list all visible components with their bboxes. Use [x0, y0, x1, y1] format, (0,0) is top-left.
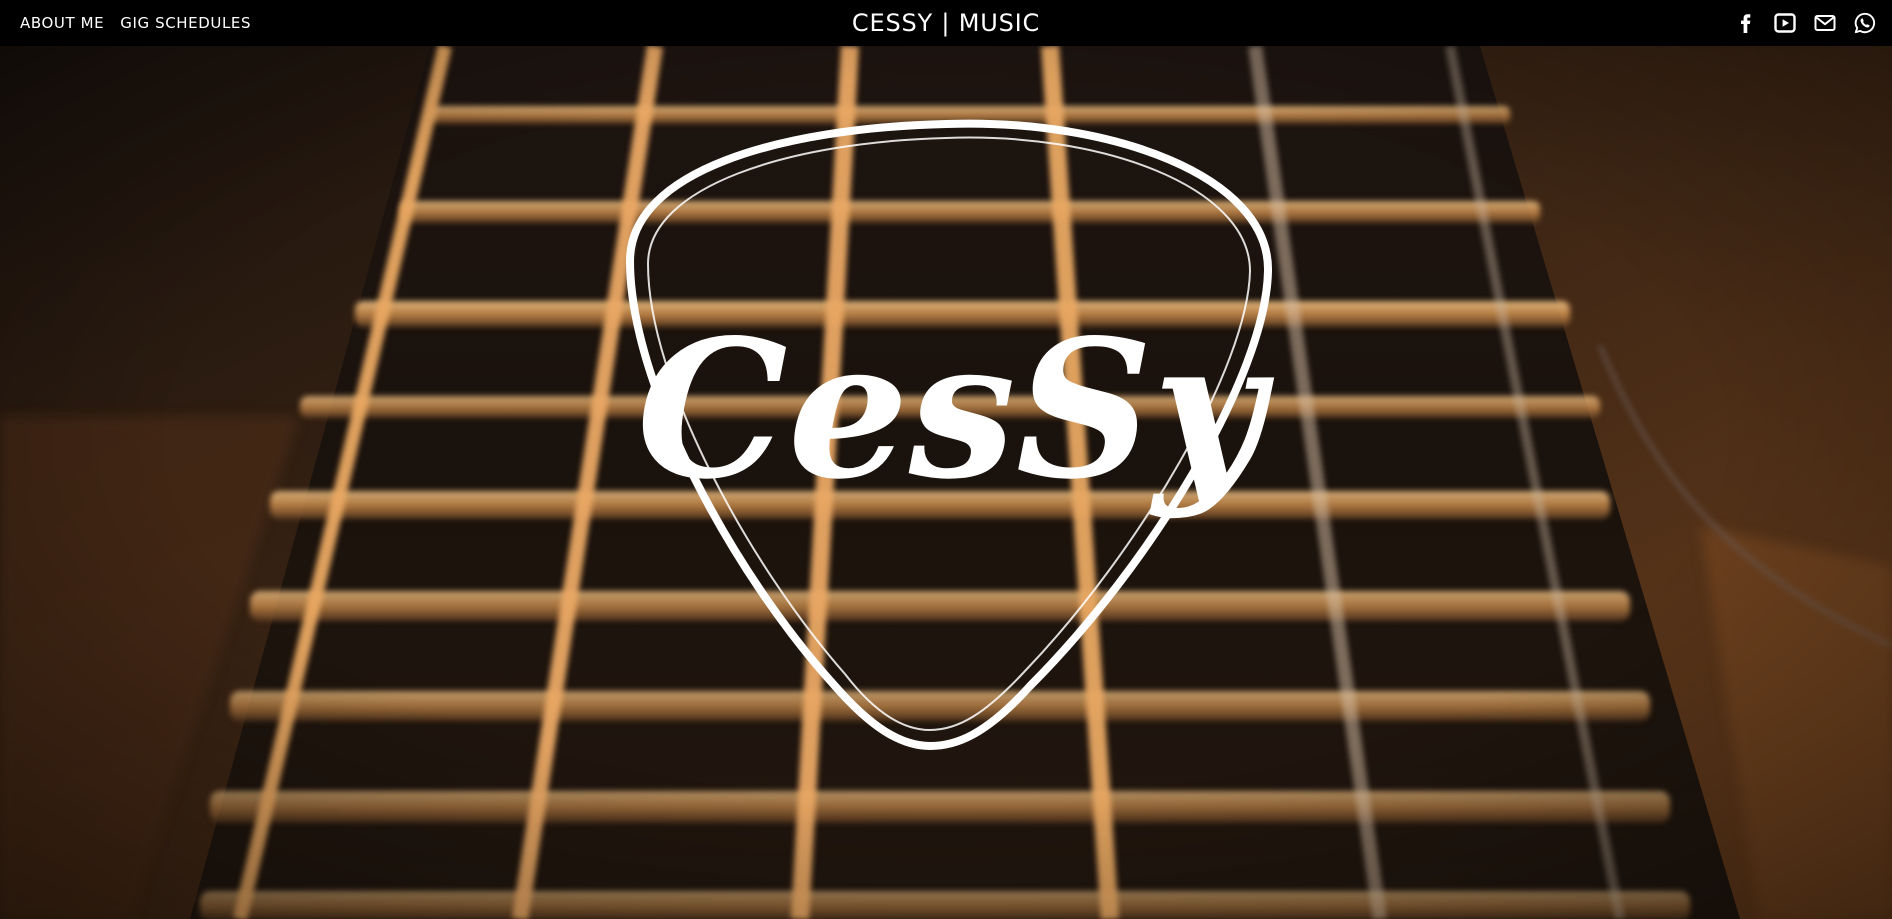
guitar-fretboard-background: CesSy: [0, 46, 1892, 919]
whatsapp-button[interactable]: [1852, 10, 1878, 36]
nav-links: ABOUT ME GIG SCHEDULES: [20, 0, 251, 46]
brand: CESSY | MUSIC: [0, 0, 1892, 46]
facebook-button[interactable]: [1732, 10, 1758, 36]
hero-section: CesSy: [0, 46, 1892, 919]
youtube-icon: [1774, 13, 1796, 33]
nav-gig-schedules-link[interactable]: GIG SCHEDULES: [120, 14, 251, 32]
logo-text: CesSy: [637, 298, 1275, 521]
site-title[interactable]: CESSY | MUSIC: [852, 9, 1040, 37]
facebook-icon: [1741, 14, 1751, 33]
email-button[interactable]: [1812, 10, 1838, 36]
youtube-button[interactable]: [1772, 10, 1798, 36]
email-icon: [1814, 15, 1836, 31]
nav-about-me-link[interactable]: ABOUT ME: [20, 14, 104, 32]
whatsapp-icon: [1854, 12, 1876, 34]
top-navbar: ABOUT ME GIG SCHEDULES CESSY | MUSIC: [0, 0, 1892, 46]
social-links: [1732, 0, 1878, 46]
